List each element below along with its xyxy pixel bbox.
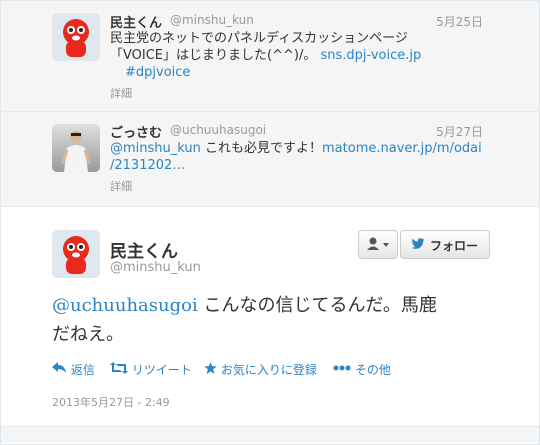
avatar[interactable] — [52, 124, 100, 172]
author-name[interactable]: 民主くん — [110, 12, 162, 31]
retweet-label: リツイート — [131, 363, 192, 377]
tweet-text: 民主党のネットでのパネルディスカッションページ 「VOICE」はじまりました(^… — [110, 30, 421, 81]
tweet-text-segment: こんなの信じてるんだ。馬鹿 — [197, 295, 437, 316]
more-dots-icon — [333, 365, 351, 371]
reply-label: 返信 — [70, 363, 95, 377]
tweet-text-line: @minshu_kun これも必見ですよ！matome.naver.jp/m/o… — [110, 140, 482, 157]
user-actions-button[interactable] — [358, 230, 398, 259]
user-dropdown-icon — [367, 237, 389, 250]
more-action[interactable]: その他 — [333, 361, 391, 378]
minshu-kun-mascot-icon — [52, 230, 100, 278]
mention-link[interactable]: @minshu_kun — [110, 141, 201, 156]
tweet-text-line: @uchuuhasugoi こんなの信じてるんだ。馬鹿 — [52, 291, 492, 320]
author-name[interactable]: 民主くん — [110, 237, 178, 262]
author-handle[interactable]: @minshu_kun — [110, 260, 201, 275]
favorite-label: お気に入りに登録 — [220, 363, 317, 377]
reply-action[interactable]: 返信 — [52, 361, 95, 378]
user-photo-icon — [52, 124, 100, 172]
tweet-text-line: 「VOICE」はじまりました(^^)/。 sns.dpj-voice.jp — [110, 47, 421, 64]
tweet-text-line: だねえ。 — [52, 324, 124, 345]
star-icon — [204, 362, 217, 374]
retweet-action[interactable]: リツイート — [110, 361, 192, 378]
mention-link[interactable]: @uchuuhasugoi — [52, 295, 198, 316]
follow-button[interactable]: フォロー — [400, 230, 490, 259]
tweet-text-line: /2131202… — [110, 157, 482, 174]
tweet-link[interactable]: sns.dpj-voice.jp — [320, 48, 421, 63]
author-handle[interactable]: @minshu_kun — [170, 13, 254, 27]
follow-button-label: フォロー — [430, 239, 479, 253]
tweet-text-line: 民主党のネットでのパネルディスカッションページ — [110, 31, 408, 46]
tweet-text-large: @uchuuhasugoi こんなの信じてるんだ。馬鹿 だねえ。 — [52, 291, 492, 349]
reply-box-area — [1, 426, 539, 443]
twitter-bird-icon — [411, 238, 425, 249]
details-link[interactable]: 詳細 — [110, 178, 132, 194]
more-label: その他 — [354, 363, 391, 377]
details-link[interactable]: 詳細 — [110, 85, 132, 101]
author-name[interactable]: ごっさむ — [110, 122, 162, 141]
tweet-link[interactable]: matome.naver.jp/m/odai — [322, 141, 482, 156]
favorite-action[interactable]: お気に入りに登録 — [204, 361, 317, 378]
tweet-date[interactable]: 5月27日 — [436, 123, 483, 140]
tweet-text: @minshu_kun これも必見ですよ！matome.naver.jp/m/o… — [110, 140, 482, 174]
tweet-text-line: #dpjvoice — [110, 64, 421, 81]
avatar[interactable] — [52, 230, 100, 278]
tweet-link-continued[interactable]: /2131202… — [110, 158, 185, 173]
tweet-detail-panel: 民主くん @minshu_kun 5月25日 民主党のネットでのパネルディスカッ… — [0, 0, 540, 445]
retweet-icon — [110, 362, 128, 374]
minshu-kun-mascot-icon — [52, 13, 100, 61]
hashtag-link[interactable]: #dpjvoice — [125, 65, 190, 80]
conversation-tweet-2[interactable]: ごっさむ @uchuuhasugoi 5月27日 @minshu_kun これも… — [1, 112, 539, 207]
tweet-text-segment: 「VOICE」はじまりました(^^)/。 — [110, 48, 317, 63]
tweet-timestamp[interactable]: 2013年5月27日 - 2:49 — [52, 394, 170, 410]
tweet-date[interactable]: 5月25日 — [436, 13, 483, 30]
conversation-tweet-1[interactable]: 民主くん @minshu_kun 5月25日 民主党のネットでのパネルディスカッ… — [1, 1, 539, 112]
avatar[interactable] — [52, 13, 100, 61]
author-handle[interactable]: @uchuuhasugoi — [170, 123, 266, 137]
reply-icon — [52, 362, 66, 373]
tweet-text-segment: これも必見ですよ！ — [200, 141, 323, 156]
